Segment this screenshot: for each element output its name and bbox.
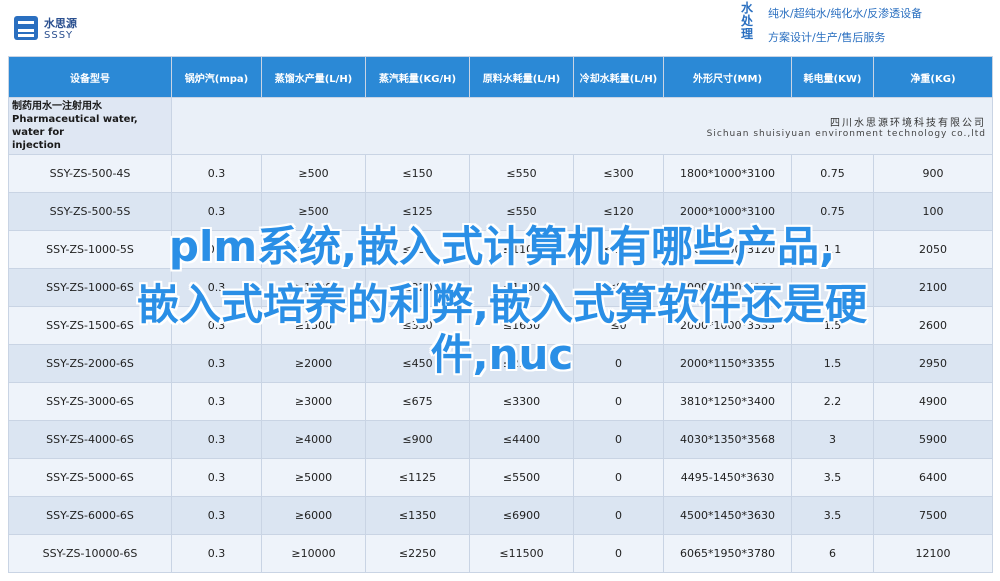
table-cell: ≤11500: [469, 534, 574, 573]
table-cell: 4900: [873, 382, 993, 421]
table-cell: 5900: [873, 420, 993, 459]
table-cell: 4495-1450*3630: [663, 458, 792, 497]
table-cell: 12100: [873, 534, 993, 573]
table-cell: 4500*1450*3630: [663, 496, 792, 535]
col-header: 净重(KG): [873, 56, 993, 98]
table-cell: ≥3000: [261, 382, 366, 421]
table-cell: 3.5: [791, 458, 874, 497]
caption-row: 制药用水一注射用水 Pharmaceutical water, water fo…: [8, 97, 993, 155]
col-header: 设备型号: [8, 56, 172, 98]
table-cell: 3.5: [791, 496, 874, 535]
company-logo[interactable]: 水思源 SSSY: [14, 14, 100, 48]
table-cell: ≤1350: [365, 496, 470, 535]
company-name-cn: 四川水思源环境科技有限公司: [830, 117, 986, 129]
logo-name-cn: 水思源: [44, 17, 77, 30]
table-cell: 0.3: [171, 154, 262, 193]
col-header: 冷却水耗量(L/H): [573, 56, 664, 98]
table-row: SSY-ZS-4000-6S 0.3 ≥4000 ≤900 ≤4400 0 4030*135…: [8, 420, 993, 459]
company-name-en: Sichuan shuisiyuan environment technolog…: [706, 128, 986, 139]
table-cell: 6400: [873, 458, 993, 497]
table-cell: ≥6000: [261, 496, 366, 535]
table-caption-right: 四川水思源环境科技有限公司 Sichuan shuisiyuan environ…: [171, 97, 993, 155]
table-cell: ≤550: [469, 154, 574, 193]
table-cell: ≥4000: [261, 420, 366, 459]
model-cell: SSY-ZS-3000-6S: [8, 382, 172, 421]
table-cell: 4030*1350*3568: [663, 420, 792, 459]
logo-icon: [14, 16, 38, 40]
brand-vertical-text: 水 处 理: [740, 1, 753, 41]
table-row: SSY-ZS-6000-6S 0.3 ≥6000 ≤1350 ≤6900 0 4500*14…: [8, 496, 993, 535]
table-cell: ≤150: [365, 154, 470, 193]
table-cell: 3: [791, 420, 874, 459]
table-cell: ≥10000: [261, 534, 366, 573]
table-row: SSY-ZS-5000-6S 0.3 ≥5000 ≤1125 ≤5500 0 4495-14…: [8, 458, 993, 497]
table-cell: 0: [573, 496, 664, 535]
overlay-title-line-2: 嵌入式培养的利弊,嵌入式算软件还是硬: [137, 280, 867, 329]
table-cell: 2.2: [791, 382, 874, 421]
table-cell: 6: [791, 534, 874, 573]
overlay-title-line-3: 件,nuc: [430, 330, 574, 379]
overlay-title-line-1: plm系统,嵌入式计算机有哪些产品,: [168, 222, 836, 271]
col-header: 蒸馏水产量(L/H): [261, 56, 366, 98]
table-cell: ≤675: [365, 382, 470, 421]
table-cell: ≤1125: [365, 458, 470, 497]
slogan-products: 纯水/超纯水/纯化水/反渗透设备: [768, 7, 923, 20]
table-cell: 0.3: [171, 534, 262, 573]
table-caption-left: 制药用水一注射用水 Pharmaceutical water, water fo…: [8, 97, 172, 155]
model-cell: SSY-ZS-10000-6S: [8, 534, 172, 573]
table-cell: ≤5500: [469, 458, 574, 497]
page-header: 水思源 SSSY 水 处 理 纯水/超纯水/纯化水/反渗透设备 方案设计/生产/…: [0, 0, 1000, 55]
table-cell: 0: [573, 420, 664, 459]
col-header: 耗电量(KW): [791, 56, 874, 98]
col-header: 外形尺寸(MM): [663, 56, 792, 98]
model-cell: SSY-ZS-5000-6S: [8, 458, 172, 497]
table-cell: ≤6900: [469, 496, 574, 535]
table-cell: 0.75: [791, 154, 874, 193]
model-cell: SSY-ZS-6000-6S: [8, 496, 172, 535]
table-cell: 1800*1000*3100: [663, 154, 792, 193]
col-header: 原料水耗量(L/H): [469, 56, 574, 98]
table-cell: ≤4400: [469, 420, 574, 459]
table-cell: 6065*1950*3780: [663, 534, 792, 573]
col-header: 蒸汽耗量(KG/H): [365, 56, 470, 98]
table-cell: ≤300: [573, 154, 664, 193]
table-header-row: 设备型号 锅炉汽(mpa) 蒸馏水产量(L/H) 蒸汽耗量(KG/H) 原料水耗…: [8, 56, 993, 98]
table-cell: 0: [573, 382, 664, 421]
table-cell: ≤2250: [365, 534, 470, 573]
table-cell: 7500: [873, 496, 993, 535]
table-row: SSY-ZS-3000-6S 0.3 ≥3000 ≤675 ≤3300 0 3810*125…: [8, 382, 993, 421]
table-cell: ≥5000: [261, 458, 366, 497]
table-cell: ≥500: [261, 154, 366, 193]
table-cell: 0.3: [171, 420, 262, 459]
table-row: SSY-ZS-10000-6S 0.3 ≥10000 ≤2250 ≤11500 0 6065…: [8, 534, 993, 573]
table-cell: 3810*1250*3400: [663, 382, 792, 421]
slogan-services: 方案设计/生产/售后服务: [768, 31, 886, 44]
table-cell: ≤900: [365, 420, 470, 459]
table-row: SSY-ZS-500-4S 0.3 ≥500 ≤150 ≤550 ≤300 1800*100…: [8, 154, 993, 193]
table-cell: 0.3: [171, 382, 262, 421]
table-cell: 900: [873, 154, 993, 193]
logo-name-en: SSSY: [44, 30, 74, 41]
model-cell: SSY-ZS-500-4S: [8, 154, 172, 193]
table-cell: 0.3: [171, 496, 262, 535]
table-cell: 0.3: [171, 458, 262, 497]
table-cell: 0: [573, 458, 664, 497]
model-cell: SSY-ZS-4000-6S: [8, 420, 172, 459]
col-header: 锅炉汽(mpa): [171, 56, 262, 98]
table-cell: ≤3300: [469, 382, 574, 421]
table-cell: 0: [573, 534, 664, 573]
